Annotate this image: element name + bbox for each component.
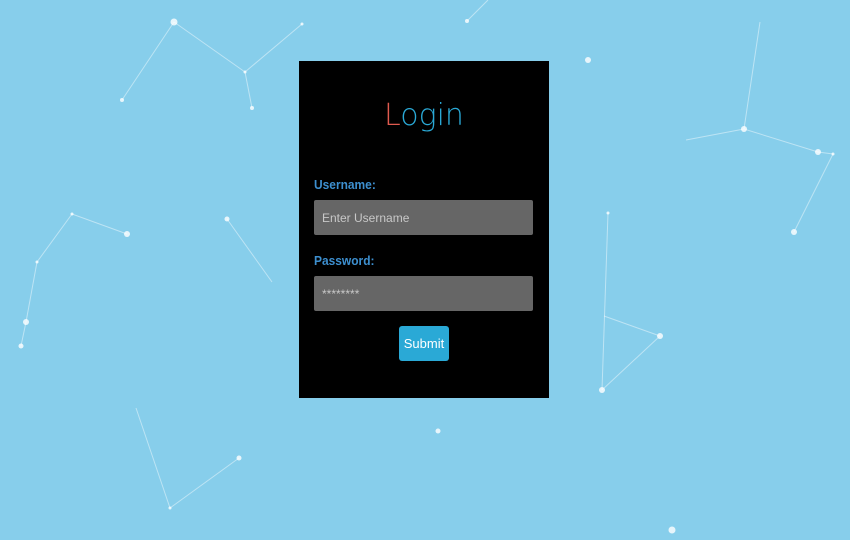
login-panel: Login Username: Password: Submit: [299, 61, 549, 398]
login-title-first-letter: L: [384, 98, 401, 133]
submit-button[interactable]: Submit: [399, 326, 449, 361]
password-input[interactable]: [314, 276, 533, 311]
login-title: Login: [299, 101, 549, 131]
password-label: Password:: [314, 253, 375, 268]
login-title-rest: ogin: [400, 98, 464, 133]
username-label: Username:: [314, 177, 376, 192]
username-input[interactable]: [314, 200, 533, 235]
